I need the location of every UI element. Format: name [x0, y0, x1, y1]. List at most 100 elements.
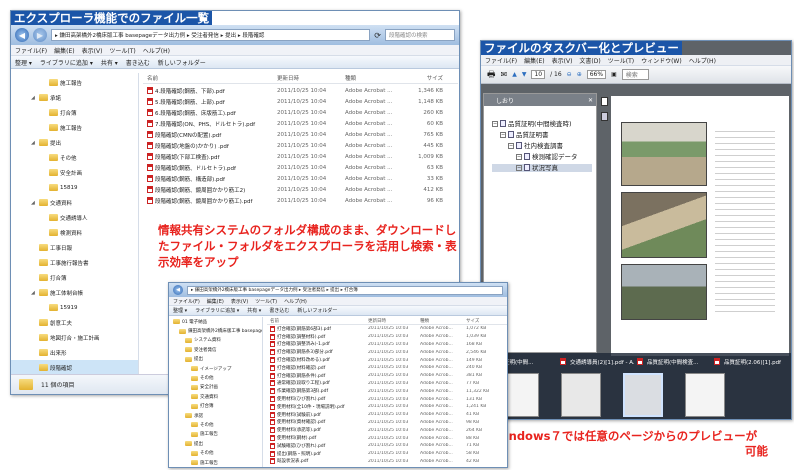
viewer-menu-item[interactable]: 編集(E)	[524, 56, 544, 65]
column-header[interactable]: 更新日時	[273, 74, 341, 82]
menu-item[interactable]: 編集(E)	[54, 46, 74, 55]
tree-node[interactable]: その他	[169, 448, 262, 457]
bookmark-toggle-icon[interactable]: −	[516, 154, 522, 160]
file-row[interactable]: 打合確認(調整材料).pdf 2011/10/25 10:03 Adobe Acro…	[267, 333, 507, 341]
bookmark-toggle-icon[interactable]: −	[492, 121, 498, 127]
tree-node[interactable]: 安全計画	[169, 383, 262, 392]
file-row[interactable]: 段階確認(鋼筋、ドルセトラ).pdf 2011/10/25 10:04 Adobe …	[143, 163, 458, 172]
command-button[interactable]: 書き込む	[269, 307, 289, 314]
tree-node[interactable]: イメージアップ	[169, 364, 262, 373]
pages-icon[interactable]	[600, 97, 608, 106]
print-icon[interactable]: 🖶	[487, 67, 496, 83]
page-number-input[interactable]: 10	[531, 70, 546, 79]
viewer-menu-item[interactable]: ヘルプ(H)	[689, 56, 716, 65]
bookmark-item[interactable]: − 品質証明(中間検査時)	[492, 120, 592, 128]
file-row[interactable]: 使用材料(承諾等).pdf 2011/10/25 10:03 Adobe Acrob…	[267, 426, 507, 434]
tree-node[interactable]: 交通資料	[169, 392, 262, 401]
menu-item[interactable]: ツール(T)	[255, 298, 277, 305]
taskbar-preview-tab[interactable]: 品質証明(中間検査...	[637, 356, 711, 367]
tree-node[interactable]: 施工報告	[11, 120, 138, 135]
menu-item[interactable]: ファイル(F)	[173, 298, 200, 305]
file-row[interactable]: 打合確認(材料改める).pdf 2011/10/25 10:03 Adobe Acr…	[267, 356, 507, 364]
taskbar-preview-tab[interactable]: 品質証明(2.06)[1].pdf	[714, 356, 788, 367]
command-button[interactable]: 共有 ▾	[101, 58, 118, 67]
tree-node[interactable]: ◢ 提出	[11, 135, 138, 150]
tree-node[interactable]: 15919	[11, 300, 138, 315]
command-button[interactable]: 整理 ▾	[15, 58, 32, 67]
tree-node[interactable]: 施工報告	[169, 430, 262, 439]
file-row[interactable]: 試験確認(ひび割れ).pdf 2011/10/25 10:03 Adobe Acro…	[267, 442, 507, 450]
address-bar-2[interactable]: ▸ 鎌田高架橋外2橋床版工事 basepageデータ出力例 ▸ 受注者発信 ▸ …	[187, 285, 503, 295]
file-row[interactable]: 打合確認(鋼筋第6部3).pdf 2011/10/25 10:03 Adobe Ac…	[267, 325, 507, 333]
file-row[interactable]: 段階確認(地盤の)かかり) .pdf 2011/10/25 10:04 Adobe …	[143, 141, 458, 150]
zoom-level[interactable]: 66%	[586, 70, 607, 79]
command-button[interactable]: 新しいフォルダー	[158, 58, 206, 67]
mail-icon[interactable]: ✉	[501, 70, 508, 79]
viewer-menu-item[interactable]: 表示(V)	[552, 56, 573, 65]
fit-icon[interactable]: ▣	[611, 71, 617, 78]
tree-node[interactable]: 交通誘導人	[11, 210, 138, 225]
file-row[interactable]: 作業確認(鋼筋第3部).pdf 2011/10/25 10:03 Adobe Acr…	[267, 387, 507, 395]
viewer-menu-item[interactable]: ファイル(F)	[485, 56, 517, 65]
file-row[interactable]: 段階確認(CMNの配置).pdf 2011/10/25 10:04 Adobe Ac…	[143, 130, 458, 139]
tree-node[interactable]: 01 電子納品	[169, 317, 262, 326]
file-row[interactable]: 打合確認(鋼筋条件).pdf 2011/10/25 10:03 Adobe Acro…	[267, 372, 507, 380]
file-row[interactable]: 通常確認(段取り工程).pdf 2011/10/25 10:03 Adobe Acr…	[267, 380, 507, 388]
file-row[interactable]: 7.段階確認(ON、PHS、ドルセトラ).pdf 2011/10/25 10:04…	[143, 119, 458, 128]
command-button[interactable]: 共有 ▾	[247, 307, 261, 314]
tree-node[interactable]: ◢ 施工体制台帳	[11, 285, 138, 300]
file-row[interactable]: 既設状況表.pdf 2011/10/25 10:03 Adobe Acrob... 4…	[267, 458, 507, 466]
tree-node[interactable]: 提出	[169, 355, 262, 364]
thumbnail-4[interactable]	[685, 373, 725, 417]
address-bar[interactable]: ▸ 鎌田高架橋外2橋床版工事 basepageデータ出力例 ▸ 受注者発信 ▸ …	[51, 29, 371, 41]
tree-node[interactable]: 地図打合・施工計画	[11, 330, 138, 345]
viewer-menu-item[interactable]: 文書(D)	[579, 56, 600, 65]
expand-icon[interactable]: ◢	[31, 95, 37, 101]
column-header[interactable]: 名前	[143, 74, 273, 82]
column-header[interactable]: 名前	[267, 318, 365, 324]
command-button[interactable]: 整理 ▾	[173, 307, 187, 314]
file-row[interactable]: 段階確認(鋼筋、鏡周囲かかり筋工2) 2011/10/25 10:04 Adobe …	[143, 185, 458, 194]
search-input[interactable]: 段階確認の検索	[385, 29, 455, 41]
command-button[interactable]: ライブラリに追加 ▾	[195, 307, 239, 314]
tree-node[interactable]: その他	[11, 150, 138, 165]
file-row[interactable]: 使用材料(鋼材).pdf 2011/10/25 10:03 Adobe Acrob.…	[267, 434, 507, 442]
menu-item[interactable]: ファイル(F)	[15, 46, 47, 55]
tree-node[interactable]: 15819	[11, 180, 138, 195]
tree-node[interactable]: 創意工夫	[11, 315, 138, 330]
bookmark-toggle-icon[interactable]: −	[508, 143, 514, 149]
refresh-icon[interactable]: ⟳	[374, 31, 381, 40]
menu-item[interactable]: 表示(V)	[231, 298, 248, 305]
command-button[interactable]: 新しいフォルダー	[297, 307, 337, 314]
tree-node[interactable]: 打合簿	[169, 402, 262, 411]
file-row[interactable]: 6.段階確認(鋼筋、床版筋工).pdf 2011/10/25 10:04 Adobe…	[143, 108, 458, 117]
file-row[interactable]: 使用材料(資材確認).pdf 2011/10/25 10:03 Adobe Acro…	[267, 419, 507, 427]
tree-node[interactable]: その他	[169, 373, 262, 382]
column-header[interactable]: 種類	[417, 318, 463, 324]
file-row[interactable]: 段階確認(下部工検査).pdf 2011/10/25 10:04 Adobe Acr…	[143, 152, 458, 161]
tree-node[interactable]: 打合簿	[11, 105, 138, 120]
file-row[interactable]: 提出(鋼筋・照明).pdf 2011/10/25 10:03 Adobe Acrob…	[267, 450, 507, 458]
bookmark-toggle-icon[interactable]: −	[500, 132, 506, 138]
close-icon[interactable]: ✕	[588, 97, 593, 104]
file-row[interactable]: 打合確認(調整済み)-1.pdf 2011/10/25 10:03 Adobe Ac…	[267, 341, 507, 349]
file-row[interactable]: 使用材料(試験前).pdf 2011/10/25 10:03 Adobe Acrob…	[267, 411, 507, 419]
column-header[interactable]: 更新日時	[365, 318, 417, 324]
menu-item[interactable]: ヘルプ(H)	[143, 46, 170, 55]
menu-item[interactable]: 編集(E)	[207, 298, 224, 305]
tree-node[interactable]: 段階確認	[11, 360, 138, 375]
command-button[interactable]: 書き込む	[126, 58, 150, 67]
tree-node[interactable]: 安全計画	[11, 165, 138, 180]
search-field[interactable]: 検索	[621, 69, 649, 80]
tree-node[interactable]: 受注者発信	[169, 345, 262, 354]
back-button[interactable]: ◀	[15, 28, 29, 42]
file-row[interactable]: 使用材料(全10件・現場説明).pdf 2011/10/25 10:03 Adobe…	[267, 403, 507, 411]
forward-button[interactable]: ▶	[33, 28, 47, 42]
bookmark-item[interactable]: − 社内検査調書	[492, 142, 592, 150]
file-row[interactable]: 段階確認(鋼筋、構造部).pdf 2011/10/25 10:04 Adobe Ac…	[143, 174, 458, 183]
thumbnail-2[interactable]	[561, 373, 601, 417]
menu-item[interactable]: ツール(T)	[109, 46, 135, 55]
tree-node[interactable]: ◢ 交通資料	[11, 195, 138, 210]
bookmark-toggle-icon[interactable]: −	[516, 165, 522, 171]
tree-node[interactable]: 提出	[169, 439, 262, 448]
